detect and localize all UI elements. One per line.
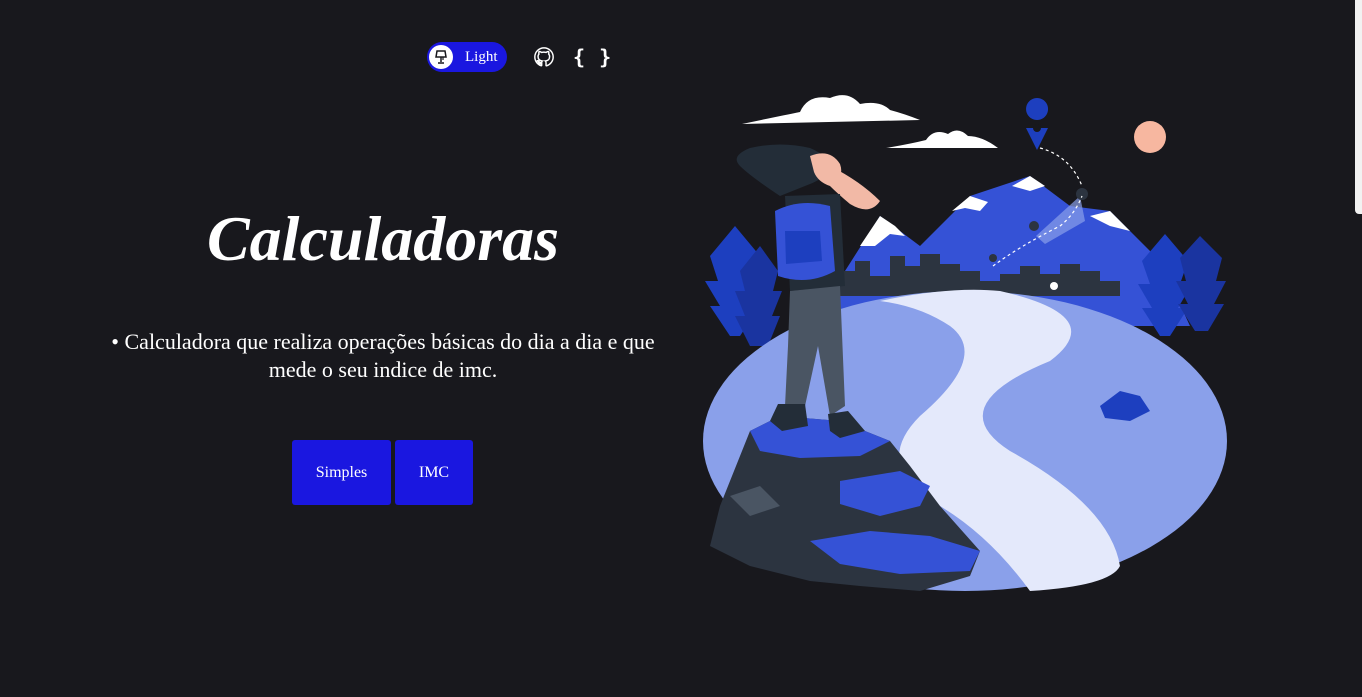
calculator-buttons: Simples IMC (292, 440, 473, 505)
page: Light { } Calculadoras • Calculadora que… (0, 0, 1362, 697)
code-braces-icon[interactable]: { } (573, 45, 612, 69)
hiker-illustration (703, 95, 1227, 591)
page-title: Calculadoras (206, 203, 560, 274)
lamp-icon (429, 45, 453, 69)
theme-toggle[interactable]: Light (427, 42, 507, 72)
hero-description: • Calculadora que realiza operações bási… (111, 329, 655, 382)
imc-button[interactable]: IMC (395, 440, 473, 505)
simples-button[interactable]: Simples (292, 440, 391, 505)
top-nav: Light { } (427, 42, 612, 72)
theme-toggle-label: Light (465, 48, 498, 65)
github-icon[interactable] (533, 45, 555, 69)
scrollbar-thumb[interactable] (1355, 0, 1362, 214)
